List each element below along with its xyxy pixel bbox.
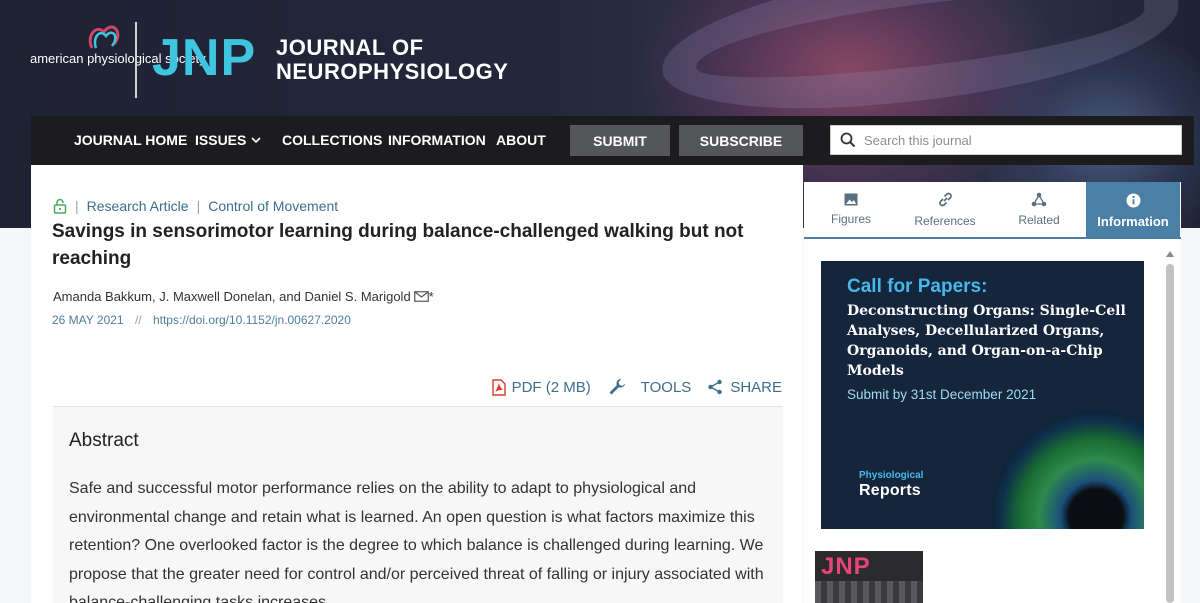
aps-logo-icon	[88, 25, 120, 49]
tools-label: TOOLS	[640, 378, 692, 396]
tab-references-label: References	[914, 214, 976, 228]
share-icon	[708, 379, 723, 395]
search-icon[interactable]	[840, 132, 856, 148]
sidebar-scrollbar[interactable]	[1163, 244, 1177, 603]
ad-brand-line2: Reports	[859, 482, 921, 499]
scroll-thumb[interactable]	[1166, 264, 1174, 603]
journal-title-line2: NEUROPHYSIOLOGY	[276, 59, 509, 84]
publication-date: 26 MAY 2021	[52, 313, 124, 327]
nav-issues-label: ISSUES	[195, 132, 247, 148]
share-label: SHARE	[730, 378, 782, 396]
scroll-up-arrow-icon[interactable]	[1166, 251, 1174, 257]
submit-button[interactable]: SUBMIT	[570, 125, 670, 156]
breadcrumb-separator: |	[75, 198, 79, 214]
breadcrumb-separator: |	[196, 198, 201, 214]
tab-information-label: Information	[1097, 213, 1169, 229]
cover-image	[815, 581, 923, 603]
search-input[interactable]	[864, 132, 1164, 148]
image-icon	[844, 193, 858, 206]
meta-separator: //	[134, 313, 142, 327]
abstract-heading: Abstract	[69, 430, 139, 451]
wrench-icon	[609, 379, 625, 395]
article-sidebar: Figures References Related Information C…	[804, 182, 1181, 603]
tab-related[interactable]: Related	[992, 182, 1086, 237]
cover-title: JNP	[821, 553, 871, 580]
corresponding-author-mark: *	[428, 289, 434, 304]
article-meta: 26 MAY 2021 // https://doi.org/10.1152/j…	[52, 313, 351, 327]
journal-cover-thumbnail[interactable]: JNP	[815, 551, 923, 603]
tab-references[interactable]: References	[898, 182, 992, 237]
network-icon	[1031, 192, 1047, 207]
tab-figures-label: Figures	[830, 212, 871, 226]
nav-issues[interactable]: ISSUES	[195, 132, 261, 148]
doi-link[interactable]: https://doi.org/10.1152/jn.00627.2020	[153, 313, 351, 327]
physiological-reports-logo: Physiological Reports	[859, 470, 923, 500]
email-icon[interactable]	[413, 291, 429, 302]
journal-title-line1: JOURNAL OF	[276, 35, 424, 60]
article-breadcrumb: | Research Article | Control of Movement	[53, 198, 338, 214]
article-type[interactable]: Research Article	[87, 198, 189, 214]
call-for-papers-ad[interactable]: Call for Papers: Deconstructing Organs: …	[821, 261, 1144, 529]
subscribe-button[interactable]: SUBSCRIBE	[679, 125, 803, 156]
main-nav: JOURNAL HOME ISSUES COLLECTIONS INFORMAT…	[31, 116, 1194, 165]
article-title: Savings in sensorimotor learning during …	[52, 221, 744, 269]
sidebar-tabs: Figures References Related Information	[804, 182, 1181, 239]
nav-about[interactable]: ABOUT	[496, 132, 546, 148]
nav-journal-home[interactable]: JOURNAL HOME	[74, 132, 187, 148]
ad-brand-line1: Physiological	[859, 470, 924, 481]
share-button[interactable]: SHARE	[707, 379, 782, 396]
nav-information[interactable]: INFORMATION	[388, 132, 486, 148]
article-section[interactable]: Control of Movement	[208, 198, 338, 214]
article-tools: PDF (2 MB) TOOLS SHARE	[476, 377, 782, 397]
article-authors: Amanda Bakkum, J. Maxwell Donelan, and D…	[53, 289, 434, 304]
journal-abbreviation[interactable]: JNP	[152, 30, 256, 86]
abstract-section: Abstract Safe and successful motor perfo…	[53, 407, 783, 603]
ad-subject: Deconstructing Organs: Single-Cell Analy…	[847, 303, 1126, 379]
article-panel: | Research Article | Control of Movement…	[31, 165, 803, 603]
header-divider	[135, 22, 137, 98]
pdf-icon	[491, 378, 506, 396]
open-lock-icon	[53, 198, 67, 214]
info-icon	[1126, 193, 1140, 207]
author-list[interactable]: Amanda Bakkum, J. Maxwell Donelan, and D…	[53, 289, 411, 304]
tab-related-label: Related	[1018, 213, 1060, 227]
tab-figures[interactable]: Figures	[804, 182, 898, 237]
link-icon	[938, 192, 952, 207]
journal-title[interactable]: JOURNAL OF NEUROPHYSIOLOGY	[276, 36, 508, 84]
tools-button[interactable]: TOOLS	[607, 377, 692, 397]
ad-deadline: Submit by 31st December 2021	[847, 387, 1037, 402]
pdf-label: PDF (2 MB)	[511, 378, 591, 396]
abstract-text: Safe and successful motor performance re…	[69, 480, 764, 603]
ad-heading: Call for Papers:	[847, 276, 988, 297]
journal-search	[830, 125, 1182, 155]
chevron-down-icon	[251, 136, 261, 143]
nav-collections[interactable]: COLLECTIONS	[282, 132, 382, 148]
pdf-download-button[interactable]: PDF (2 MB)	[491, 378, 591, 396]
tab-information[interactable]: Information	[1086, 182, 1180, 239]
ad-microscopy-image	[991, 411, 1144, 529]
